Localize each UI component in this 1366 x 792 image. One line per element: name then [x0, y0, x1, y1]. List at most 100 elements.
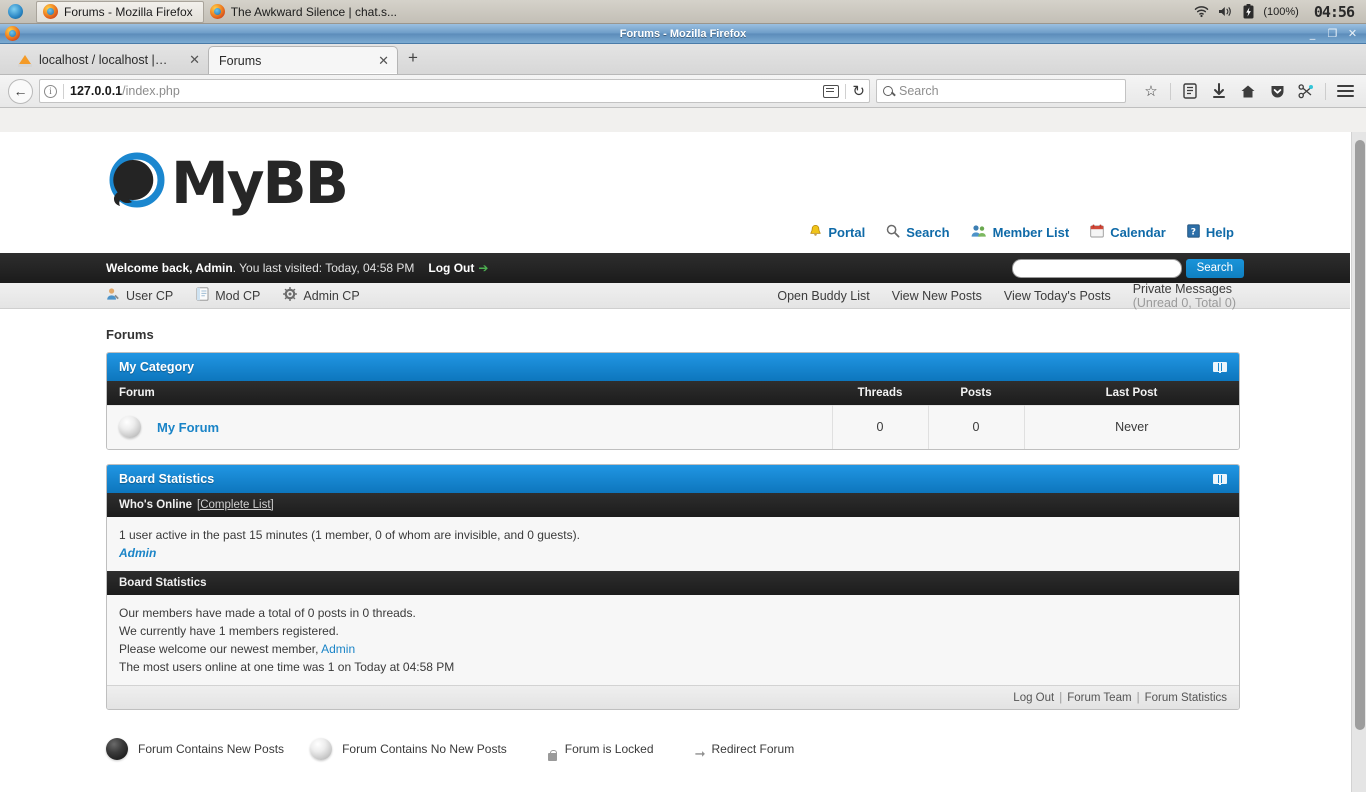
- pocket-icon[interactable]: [1264, 78, 1290, 104]
- footer-forum-team-link[interactable]: Forum Team: [1067, 692, 1131, 704]
- library-icon[interactable]: [1177, 78, 1203, 104]
- complete-list-link[interactable]: [Complete List]: [197, 499, 274, 511]
- firefox-icon: [0, 26, 20, 41]
- firefox-launcher-icon[interactable]: [0, 0, 30, 24]
- battery-charging-icon[interactable]: [1243, 4, 1254, 19]
- volume-icon[interactable]: [1218, 5, 1234, 18]
- info-icon[interactable]: i: [44, 84, 57, 98]
- collapse-toggle-icon[interactable]: [1213, 361, 1227, 373]
- restore-button[interactable]: ❐: [1324, 26, 1341, 41]
- stats-line-most-online: The most users online at one time was 1 …: [119, 660, 455, 674]
- firefox-icon: [209, 4, 225, 19]
- tab-forums[interactable]: Forums ✕: [208, 46, 398, 74]
- forum-no-new-posts-icon: [310, 738, 333, 760]
- url-divider: [845, 83, 847, 99]
- legend-item-locked: Forum is Locked: [533, 738, 654, 761]
- nav-label: Member List: [992, 225, 1070, 240]
- forum-name-cell: My Forum: [107, 404, 833, 449]
- wifi-icon[interactable]: [1194, 5, 1209, 18]
- search-bar[interactable]: Search: [876, 79, 1126, 103]
- welcome-text: Welcome back, Admin. You last visited: T…: [106, 261, 414, 275]
- nav-calendar[interactable]: Calendar: [1090, 224, 1166, 241]
- url-bar[interactable]: i 127.0.0.1/index.php ↻: [39, 79, 870, 103]
- screenshot-icon[interactable]: [1293, 78, 1319, 104]
- logout-link[interactable]: Log Out: [428, 261, 474, 275]
- new-tab-button[interactable]: +: [398, 48, 428, 70]
- menu-icon[interactable]: [1332, 78, 1358, 104]
- menu-open-buddy-list[interactable]: Open Buddy List: [777, 289, 869, 303]
- forum-table-header-row: Forum Threads Posts Last Post: [107, 381, 1239, 405]
- back-arrow-icon[interactable]: ←: [8, 78, 33, 104]
- menu-user-cp[interactable]: User CP: [106, 287, 173, 304]
- nav-member-list[interactable]: Member List: [971, 224, 1070, 241]
- tab-close-icon[interactable]: ✕: [364, 53, 389, 69]
- home-icon[interactable]: [1235, 78, 1261, 104]
- toolbar-divider: [1325, 82, 1326, 100]
- tab-strip: localhost / localhost | phpM ✕ Forums ✕ …: [0, 44, 1366, 75]
- footer-forum-statistics-link[interactable]: Forum Statistics: [1145, 692, 1227, 704]
- close-button[interactable]: ✕: [1344, 26, 1361, 41]
- online-user-admin[interactable]: Admin: [119, 546, 156, 560]
- minimize-button[interactable]: _: [1304, 26, 1321, 41]
- user-cp-icon: [106, 287, 120, 304]
- whos-online-body: 1 user active in the past 15 minutes (1 …: [107, 517, 1239, 571]
- whos-online-heading: Who's Online: [119, 499, 193, 511]
- menu-view-todays-posts[interactable]: View Today's Posts: [1004, 289, 1111, 303]
- taskbar-item-forums[interactable]: Forums - Mozilla Firefox: [36, 0, 204, 23]
- reload-icon[interactable]: ↻: [852, 84, 865, 99]
- breadcrumb: Forums: [106, 327, 154, 342]
- newest-member-link[interactable]: Admin: [321, 642, 355, 656]
- board-statistics-header: Board Statistics: [107, 465, 1239, 493]
- mybb-forum-page: MyBB Portal Search Member List Calendar …: [0, 132, 1350, 761]
- forum-table: Forum Threads Posts Last Post My Forum 0…: [107, 381, 1239, 449]
- page-scrollbar-thumb[interactable]: [1354, 140, 1365, 730]
- menu-mod-cp[interactable]: Mod CP: [196, 287, 260, 304]
- legend-label: Forum is Locked: [564, 742, 654, 756]
- forum-last-post-cell: Never: [1024, 404, 1239, 449]
- menu-label: Admin CP: [303, 288, 360, 303]
- welcome-panel: Welcome back, Admin. You last visited: T…: [0, 253, 1350, 283]
- nav-label: Portal: [828, 225, 866, 240]
- board-statistics-board: Board Statistics Who's Online [Complete …: [106, 464, 1240, 710]
- stats-line-posts: Our members have made a total of 0 posts…: [119, 606, 416, 620]
- nav-label: Search: [906, 225, 950, 240]
- menu-view-new-posts[interactable]: View New Posts: [892, 289, 982, 303]
- menu-private-messages-wrap: Private Messages (Unread 0, Total 0): [1133, 282, 1236, 310]
- navigation-toolbar: ← i 127.0.0.1/index.php ↻ Search ☆: [0, 75, 1366, 108]
- forum-search-input[interactable]: [1011, 258, 1182, 278]
- board-statistics-subheader: Board Statistics: [107, 571, 1239, 595]
- svg-text:?: ?: [1191, 227, 1196, 237]
- search-placeholder: Search: [899, 84, 939, 98]
- column-posts: Posts: [928, 381, 1024, 405]
- tab-phpmyadmin[interactable]: localhost / localhost | phpM ✕: [8, 46, 208, 74]
- search-icon: [883, 86, 893, 96]
- footer-log-out-link[interactable]: Log Out: [1013, 692, 1054, 704]
- page-scrollbar-track[interactable]: [1351, 132, 1366, 792]
- taskbar-clock: 04:56: [1313, 2, 1355, 21]
- collapse-toggle-icon[interactable]: [1213, 473, 1227, 485]
- taskbar-window-list: Forums - Mozilla Firefox The Awkward Sil…: [36, 0, 1194, 24]
- legend-label: Redirect Forum: [711, 742, 795, 756]
- admin-cp-icon: [283, 286, 298, 304]
- nav-help[interactable]: ? Help: [1187, 224, 1234, 241]
- taskbar-item-awkward-silence[interactable]: The Awkward Silence | chat.s...: [204, 1, 407, 23]
- board-statistics-subheading: Board Statistics: [119, 577, 207, 589]
- downloads-icon[interactable]: [1206, 78, 1232, 104]
- site-logo[interactable]: MyBB: [0, 152, 1350, 214]
- nav-search[interactable]: Search: [886, 224, 950, 241]
- phpmyadmin-icon: [18, 53, 32, 67]
- forum-threads-cell: 0: [832, 404, 929, 449]
- firefox-icon: [43, 4, 58, 19]
- members-icon: [971, 224, 987, 241]
- forum-search-button[interactable]: Search: [1185, 258, 1244, 278]
- board-footer-links: Log Out | Forum Team | Forum Statistics: [107, 685, 1239, 709]
- tab-close-icon[interactable]: ✕: [175, 52, 200, 68]
- nav-portal[interactable]: Portal: [809, 224, 865, 241]
- site-top-navigation: Portal Search Member List Calendar ? Hel…: [0, 224, 1350, 253]
- forum-link[interactable]: My Forum: [157, 420, 219, 435]
- help-icon: ?: [1187, 224, 1200, 241]
- bookmark-star-icon[interactable]: ☆: [1138, 78, 1164, 104]
- menu-admin-cp[interactable]: Admin CP: [283, 286, 360, 304]
- reader-mode-icon[interactable]: [823, 84, 840, 98]
- menu-private-messages[interactable]: Private Messages: [1133, 282, 1236, 296]
